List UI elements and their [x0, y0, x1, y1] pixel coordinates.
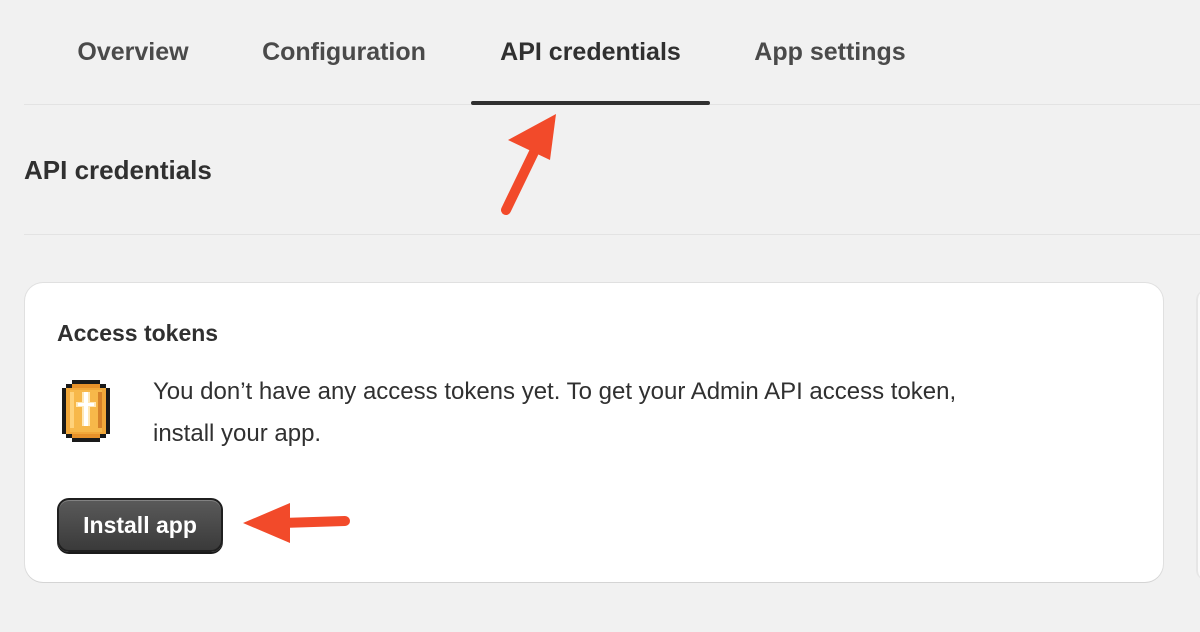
access-tokens-card: Access tokens You don’t have any access …: [25, 283, 1163, 582]
adjacent-card-edge: [1196, 290, 1200, 580]
arrow-to-api-credentials-tab: [501, 114, 556, 215]
coin-icon: [62, 380, 110, 442]
tab-configuration[interactable]: Configuration: [236, 0, 452, 104]
message-line-1: You don’t have any access tokens yet. To…: [153, 378, 957, 405]
message-line-2: install your app.: [153, 420, 322, 447]
card-title: Access tokens: [57, 320, 219, 346]
page-title: API credentials: [24, 155, 212, 185]
active-tab-indicator: [471, 101, 710, 105]
tab-api-credentials[interactable]: API credentials: [471, 0, 710, 104]
tab-overview[interactable]: Overview: [50, 0, 216, 104]
section-divider: [24, 234, 1200, 235]
access-tokens-message: You don’t have any access tokens yet. To…: [153, 371, 1113, 455]
install-app-button[interactable]: Install app: [57, 498, 223, 552]
tab-app-settings[interactable]: App settings: [730, 0, 930, 104]
tab-bar: Overview Configuration API credentials A…: [24, 0, 1200, 105]
app-page: Overview Configuration API credentials A…: [0, 0, 1200, 632]
